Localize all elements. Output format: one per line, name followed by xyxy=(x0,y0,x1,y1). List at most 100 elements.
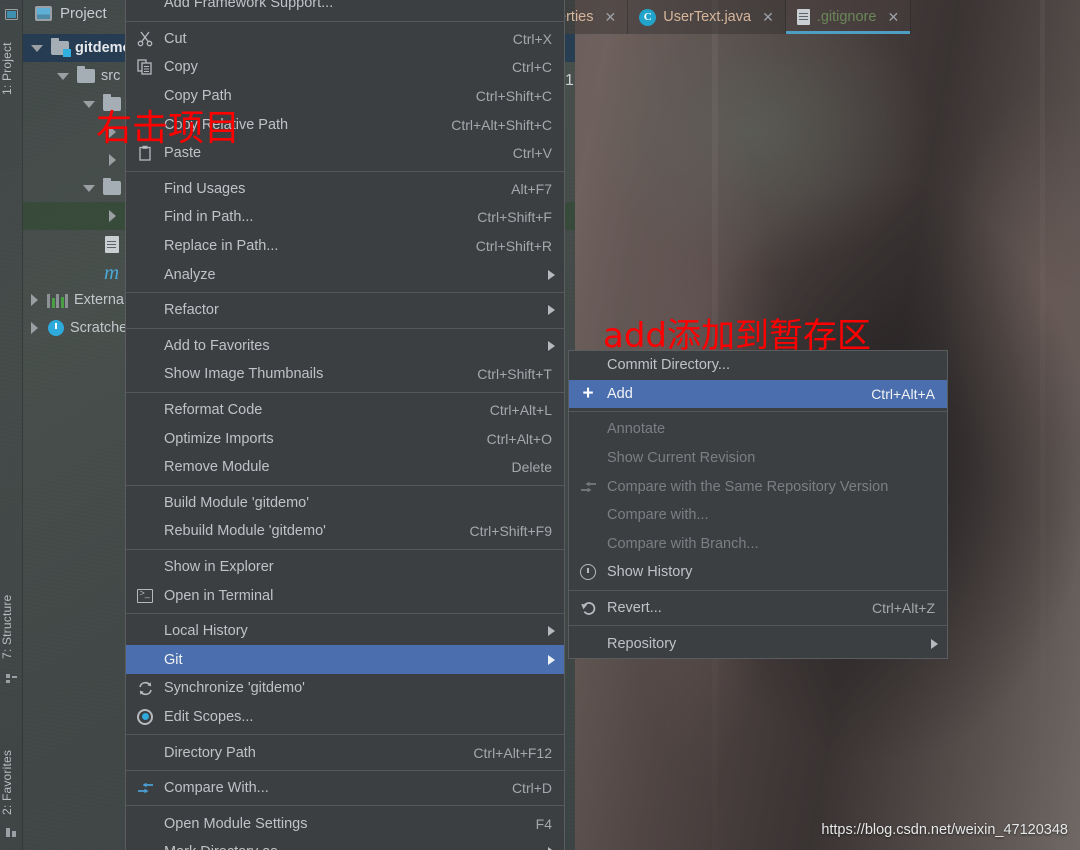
menu-item-accelerator: Ctrl+Alt+A xyxy=(871,385,935,402)
menu-item-analyze[interactable]: Analyze xyxy=(126,260,564,289)
compare-icon xyxy=(136,779,154,797)
project-panel-title: Project xyxy=(60,5,107,22)
chevron-down-icon[interactable] xyxy=(83,100,95,108)
revert-icon xyxy=(579,599,597,617)
sidebar-item-structure[interactable]: 7: Structure xyxy=(0,585,23,669)
sidebar-item-project[interactable]: 1: Project xyxy=(0,24,23,114)
close-icon[interactable]: ✕ xyxy=(887,9,899,26)
compare-icon xyxy=(579,478,597,496)
menu-item-find-in-path[interactable]: Find in Path... Ctrl+Shift+F xyxy=(126,203,564,232)
menu-item-reformat-code[interactable]: Reformat Code Ctrl+Alt+L xyxy=(126,396,564,425)
menu-item-synchronize[interactable]: Synchronize 'gitdemo' xyxy=(126,674,564,703)
menu-item-add-framework-support[interactable]: Add Framework Support... xyxy=(126,0,564,18)
menu-item-label: Local History xyxy=(164,623,248,640)
menu-item-optimize-imports[interactable]: Optimize Imports Ctrl+Alt+O xyxy=(126,424,564,453)
menu-item-accelerator: F4 xyxy=(535,815,552,832)
menu-separator xyxy=(126,391,564,393)
menu-separator xyxy=(569,411,947,413)
chevron-right-icon[interactable] xyxy=(109,154,116,166)
libraries-icon xyxy=(47,293,68,308)
menu-item-replace-in-path[interactable]: Replace in Path... Ctrl+Shift+R xyxy=(126,232,564,261)
watermark-url: https://blog.csdn.net/weixin_47120348 xyxy=(821,822,1068,838)
menu-item-directory-path[interactable]: Directory Path Ctrl+Alt+F12 xyxy=(126,738,564,767)
editor-tab-label: .gitignore xyxy=(816,9,877,25)
screenshot-root: 1: Project 7: Structure 2: Favorites Pro… xyxy=(0,0,1080,850)
chevron-right-icon[interactable] xyxy=(31,322,38,334)
git-submenu[interactable]: Commit Directory... + Add Ctrl+Alt+A Ann… xyxy=(568,350,948,659)
menu-item-label: Build Module 'gitdemo' xyxy=(164,494,309,511)
menu-item-label: Add xyxy=(607,385,633,402)
menu-separator xyxy=(569,625,947,627)
menu-item-repository[interactable]: Repository xyxy=(569,629,947,658)
menu-item-local-history[interactable]: Local History xyxy=(126,617,564,646)
menu-item-label: Rebuild Module 'gitdemo' xyxy=(164,523,326,540)
menu-item-label: Add to Favorites xyxy=(164,337,270,354)
java-class-icon: C xyxy=(639,8,657,26)
menu-item-label: Optimize Imports xyxy=(164,430,274,447)
folder-icon xyxy=(103,178,121,195)
menu-item-accelerator: Ctrl+X xyxy=(512,30,552,47)
menu-item-git[interactable]: Git xyxy=(126,645,564,675)
menu-item-open-in-terminal[interactable]: Open in Terminal xyxy=(126,581,564,610)
menu-item-copy[interactable]: Copy Ctrl+C xyxy=(126,53,564,82)
copy-icon xyxy=(136,58,154,76)
scissors-icon xyxy=(136,30,154,48)
favorites-icon xyxy=(5,826,18,839)
menu-item-find-usages[interactable]: Find Usages Alt+F7 xyxy=(126,175,564,204)
menu-item-accelerator: Ctrl+Alt+Shift+C xyxy=(451,116,552,133)
menu-item-add-to-favorites[interactable]: Add to Favorites xyxy=(126,332,564,361)
menu-separator xyxy=(126,734,564,736)
menu-item-label: Synchronize 'gitdemo' xyxy=(164,680,305,697)
menu-separator xyxy=(569,589,947,591)
editor-tab-gitignore[interactable]: .gitignore ✕ xyxy=(785,0,912,34)
menu-item-revert[interactable]: Revert... Ctrl+Alt+Z xyxy=(569,594,947,623)
menu-item-mark-directory-as[interactable]: Mark Directory as xyxy=(126,838,564,850)
menu-separator xyxy=(126,20,564,22)
chevron-right-icon xyxy=(548,626,555,637)
menu-item-label: Copy xyxy=(164,59,198,76)
menu-item-show-in-explorer[interactable]: Show in Explorer xyxy=(126,553,564,582)
folder-icon xyxy=(77,66,95,83)
chevron-down-icon[interactable] xyxy=(31,44,43,52)
menu-item-label: Revert... xyxy=(607,600,662,617)
tree-item-label: src xyxy=(101,68,121,84)
menu-item-label: Find Usages xyxy=(164,180,246,197)
menu-item-compare-with[interactable]: Compare With... Ctrl+D xyxy=(126,774,564,803)
menu-item-git-add[interactable]: + Add Ctrl+Alt+A xyxy=(569,379,947,409)
menu-item-rebuild-module[interactable]: Rebuild Module 'gitdemo' Ctrl+Shift+F9 xyxy=(126,517,564,546)
menu-item-build-module[interactable]: Build Module 'gitdemo' xyxy=(126,489,564,518)
menu-item-label: Find in Path... xyxy=(164,209,254,226)
chevron-down-icon[interactable] xyxy=(83,184,95,192)
menu-item-annotate: Annotate xyxy=(569,415,947,444)
menu-item-label: Git xyxy=(164,651,183,668)
menu-item-accelerator: Ctrl+Alt+O xyxy=(486,430,552,447)
close-icon[interactable]: ✕ xyxy=(604,9,616,26)
menu-item-show-history[interactable]: Show History xyxy=(569,558,947,587)
menu-item-remove-module[interactable]: Remove Module Delete xyxy=(126,453,564,482)
editor-tab-usertext-java[interactable]: C UserText.java ✕ xyxy=(628,0,786,34)
chevron-right-icon[interactable] xyxy=(31,294,38,306)
sidebar-item-favorites[interactable]: 2: Favorites xyxy=(0,740,23,824)
menu-item-accelerator: Ctrl+V xyxy=(512,145,552,162)
menu-item-open-module-settings[interactable]: Open Module Settings F4 xyxy=(126,809,564,838)
close-icon[interactable]: ✕ xyxy=(762,9,774,26)
menu-item-refactor[interactable]: Refactor xyxy=(126,296,564,325)
project-panel-header: Project xyxy=(35,5,107,22)
annotation-add-to-staging: add添加到暂存区 xyxy=(603,316,871,356)
menu-item-label: Compare With... xyxy=(164,780,269,797)
menu-item-compare-with-branch: Compare with Branch... xyxy=(569,530,947,559)
menu-item-label: Cut xyxy=(164,30,187,47)
menu-item-label: Edit Scopes... xyxy=(164,708,254,725)
chevron-right-icon[interactable] xyxy=(109,210,116,222)
chevron-down-icon[interactable] xyxy=(57,72,69,80)
history-clock-icon xyxy=(579,563,597,581)
scope-icon xyxy=(136,708,154,726)
menu-item-edit-scopes[interactable]: Edit Scopes... xyxy=(126,703,564,732)
gitignore-file-icon xyxy=(796,9,810,25)
menu-item-label: Show Current Revision xyxy=(607,450,756,467)
menu-item-show-image-thumbnails[interactable]: Show Image Thumbnails Ctrl+Shift+T xyxy=(126,360,564,389)
terminal-icon xyxy=(136,587,154,605)
menu-item-cut[interactable]: Cut Ctrl+X xyxy=(126,25,564,54)
project-window-icon xyxy=(35,6,52,21)
menu-item-label: Commit Directory... xyxy=(607,357,730,374)
